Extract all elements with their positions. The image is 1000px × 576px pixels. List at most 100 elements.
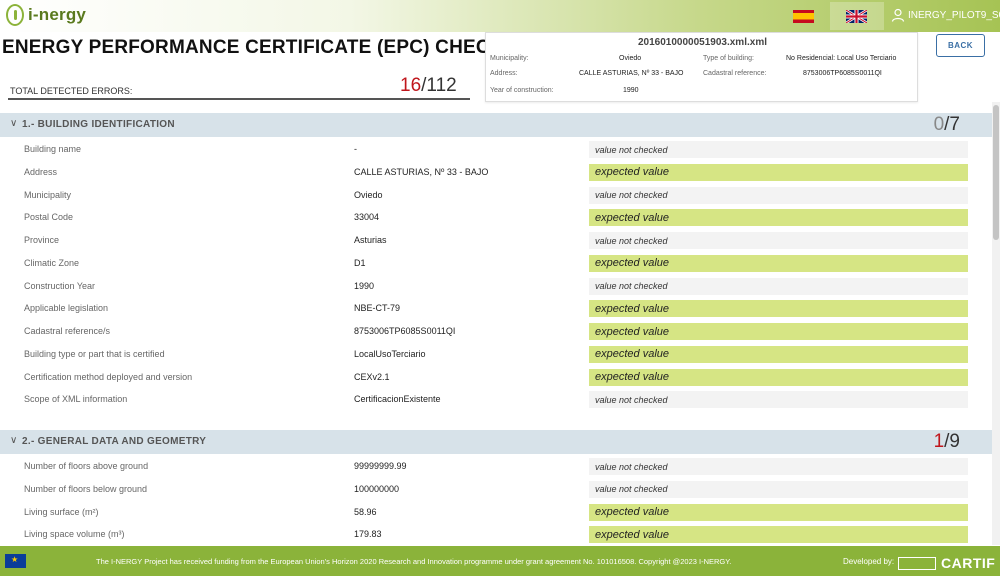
section-score: 1/9: [934, 431, 960, 453]
building-type-value: No Residencial: Local Uso Terciario: [786, 55, 897, 62]
bulb-icon: [6, 4, 24, 26]
app-logo[interactable]: i-nergy: [6, 4, 86, 26]
row-value: NBE-CT-79: [354, 303, 401, 314]
expected-value-badge: expected value: [589, 368, 968, 386]
section-general-data-geometry[interactable]: ∨ 2.- GENERAL DATA AND GEOMETRY 1/9: [0, 430, 993, 454]
row-value: -: [354, 144, 357, 154]
scrollbar-thumb[interactable]: [993, 105, 999, 240]
chevron-down-icon: ∨: [10, 118, 18, 129]
row-label: Building type or part that is certified: [24, 348, 165, 359]
row-label: Scope of XML information: [24, 394, 128, 405]
row-label: Number of floors below ground: [24, 483, 148, 494]
row-label: Construction Year: [24, 280, 96, 291]
expected-value-badge: expected value: [589, 163, 968, 181]
not-checked-badge: value not checked: [589, 391, 968, 409]
errors-found: 16: [400, 75, 422, 96]
section-errors: 1: [933, 431, 945, 452]
row-value: Oviedo: [354, 189, 383, 200]
total-errors-label: TOTAL DETECTED ERRORS:: [10, 86, 133, 96]
address-label: Address:: [490, 70, 518, 77]
row-value: 99999999.99: [354, 461, 407, 471]
row-value: 100000000: [354, 483, 400, 494]
total-errors-count: 16/112: [400, 75, 457, 97]
file-name: 2016010000051903.xml.xml: [637, 37, 767, 48]
row-value: 1990: [354, 280, 375, 291]
row-value: CertificacionExistente: [354, 394, 441, 405]
top-bar: i-nergy INERGY_PILOT9_S03: [0, 0, 1000, 32]
expected-value-badge: expected value: [589, 254, 968, 272]
table-row: Municipality Oviedo value not checked: [0, 185, 993, 207]
table-row: Address CALLE ASTURIAS, Nº 33 - BAJO expec…: [0, 162, 993, 184]
expected-value-badge: expected value: [589, 300, 968, 318]
developed-by-label: Developed by:: [843, 557, 895, 566]
row-label: Living surface (m²): [24, 506, 99, 517]
back-button[interactable]: BACK: [936, 34, 985, 57]
row-label: Postal Code: [24, 212, 74, 223]
table-row: Building type or part that is certified L…: [0, 344, 993, 366]
year-value: 1990: [623, 87, 639, 94]
row-label: Municipality: [24, 189, 72, 200]
table-row: Building name - value not checked: [0, 139, 993, 161]
row-value: LocalUsoTerciario: [354, 348, 426, 359]
row-label: Building name: [24, 144, 82, 154]
not-checked-badge: value not checked: [589, 232, 968, 249]
developer-name: CARTIF: [941, 555, 996, 571]
section-score: 0/7: [934, 114, 960, 136]
table-row: Certification method deployed and versio…: [0, 367, 993, 389]
row-value: 33004: [354, 212, 380, 223]
logo-text: i-nergy: [28, 5, 87, 24]
user-name: INERGY_PILOT9_S03: [908, 9, 1000, 21]
file-info-card: 2016010000051903.xml.xml Municipality: O…: [485, 32, 918, 102]
table-row: Province Asturias value not checked: [0, 230, 993, 252]
not-checked-badge: value not checked: [589, 458, 968, 475]
row-label: Number of floors above ground: [24, 461, 149, 471]
footer: The I-NERGY Project has received funding…: [0, 546, 1000, 576]
expected-value-badge: expected value: [589, 323, 968, 340]
spanish-flag-icon[interactable]: [793, 10, 814, 23]
not-checked-badge: value not checked: [589, 480, 968, 498]
table-row: Number of floors below ground 100000000 va…: [0, 479, 993, 501]
user-menu[interactable]: INERGY_PILOT9_S03: [891, 8, 1000, 22]
not-checked-badge: value not checked: [589, 186, 968, 204]
divider: [8, 98, 470, 100]
section-building-identification[interactable]: ∨ 1.- BUILDING IDENTIFICATION 0/7: [0, 113, 993, 137]
page-title: ENERGY PERFORMANCE CERTIFICATE (EPC) CHE…: [2, 37, 531, 58]
table-row: Climatic Zone D1 expected value: [0, 253, 993, 275]
section-total: /7: [944, 114, 960, 135]
table-row: Scope of XML information CertificacionExi…: [0, 389, 993, 411]
uk-flag-icon[interactable]: [846, 10, 867, 23]
table-row: Living space volume (m³) 179.83 expected v…: [0, 524, 993, 546]
row-label: Province: [24, 235, 60, 245]
row-label: Living space volume (m³): [24, 529, 125, 540]
year-label: Year of construction:: [490, 87, 554, 94]
table-row: Living surface (m²) 58.96 expected value: [0, 502, 993, 524]
row-value: CALLE ASTURIAS, Nº 33 - BAJO: [354, 166, 489, 177]
row-value: 8753006TP6085S0011QI: [354, 326, 456, 336]
not-checked-badge: value not checked: [589, 277, 968, 295]
row-value: D1: [354, 257, 366, 268]
expected-value-badge: expected value: [589, 503, 968, 521]
table-row: Construction Year 1990 value not checked: [0, 276, 993, 298]
cadastral-label: Cadastral reference:: [703, 70, 767, 77]
cadastral-value: 8753006TP6085S0011QI: [803, 70, 882, 77]
table-row: Cadastral reference/s 8753006TP6085S0011Q…: [0, 321, 993, 343]
developer-logo[interactable]: CARTIF: [898, 555, 995, 571]
row-value: CEXv2.1: [354, 371, 390, 382]
building-type-label: Type of building:: [703, 55, 754, 62]
developer-mark-icon: [898, 556, 936, 570]
municipality-label: Municipality:: [490, 55, 529, 62]
table-row: Number of floors above ground 99999999.99…: [0, 456, 993, 478]
expected-value-badge: expected value: [589, 526, 968, 544]
row-label: Address: [24, 166, 58, 177]
expected-value-badge: expected value: [589, 209, 968, 227]
row-label: Climatic Zone: [24, 257, 80, 268]
table-row: Applicable legislation NBE-CT-79 expected …: [0, 298, 993, 320]
address-value: CALLE ASTURIAS, Nº 33 - BAJO: [579, 70, 684, 77]
row-value: 58.96: [354, 506, 377, 517]
user-icon: [891, 8, 905, 22]
table-row: Postal Code 33004 expected value: [0, 207, 993, 229]
section-title: 1.- BUILDING IDENTIFICATION: [22, 119, 175, 130]
row-value: Asturias: [354, 235, 387, 245]
funding-notice: The I-NERGY Project has received funding…: [96, 557, 732, 566]
municipality-value: Oviedo: [619, 55, 642, 62]
